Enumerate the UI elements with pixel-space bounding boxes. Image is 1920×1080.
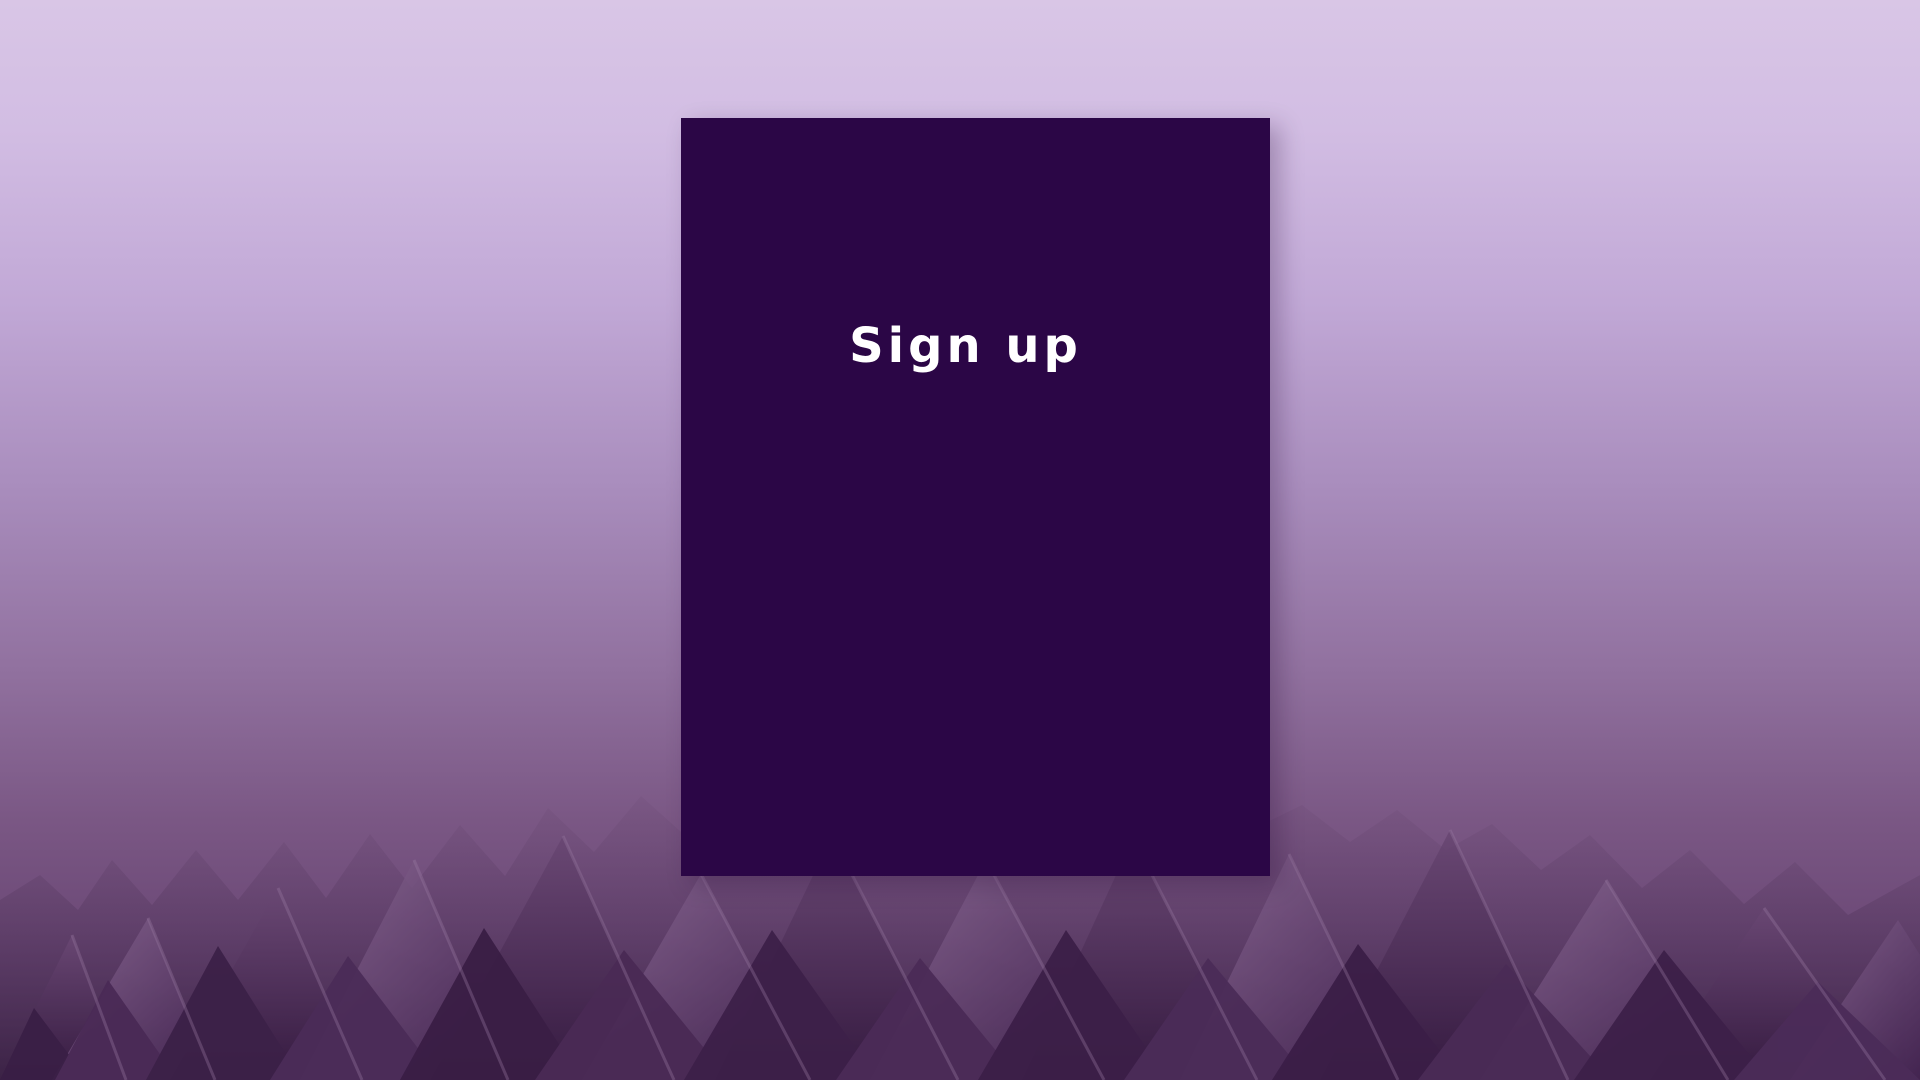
signup-page: { "page": { "title": "Sign up" }, "color… [0,0,1920,1080]
page-title: Sign up [849,318,1082,374]
signup-card: Sign up [681,118,1270,876]
